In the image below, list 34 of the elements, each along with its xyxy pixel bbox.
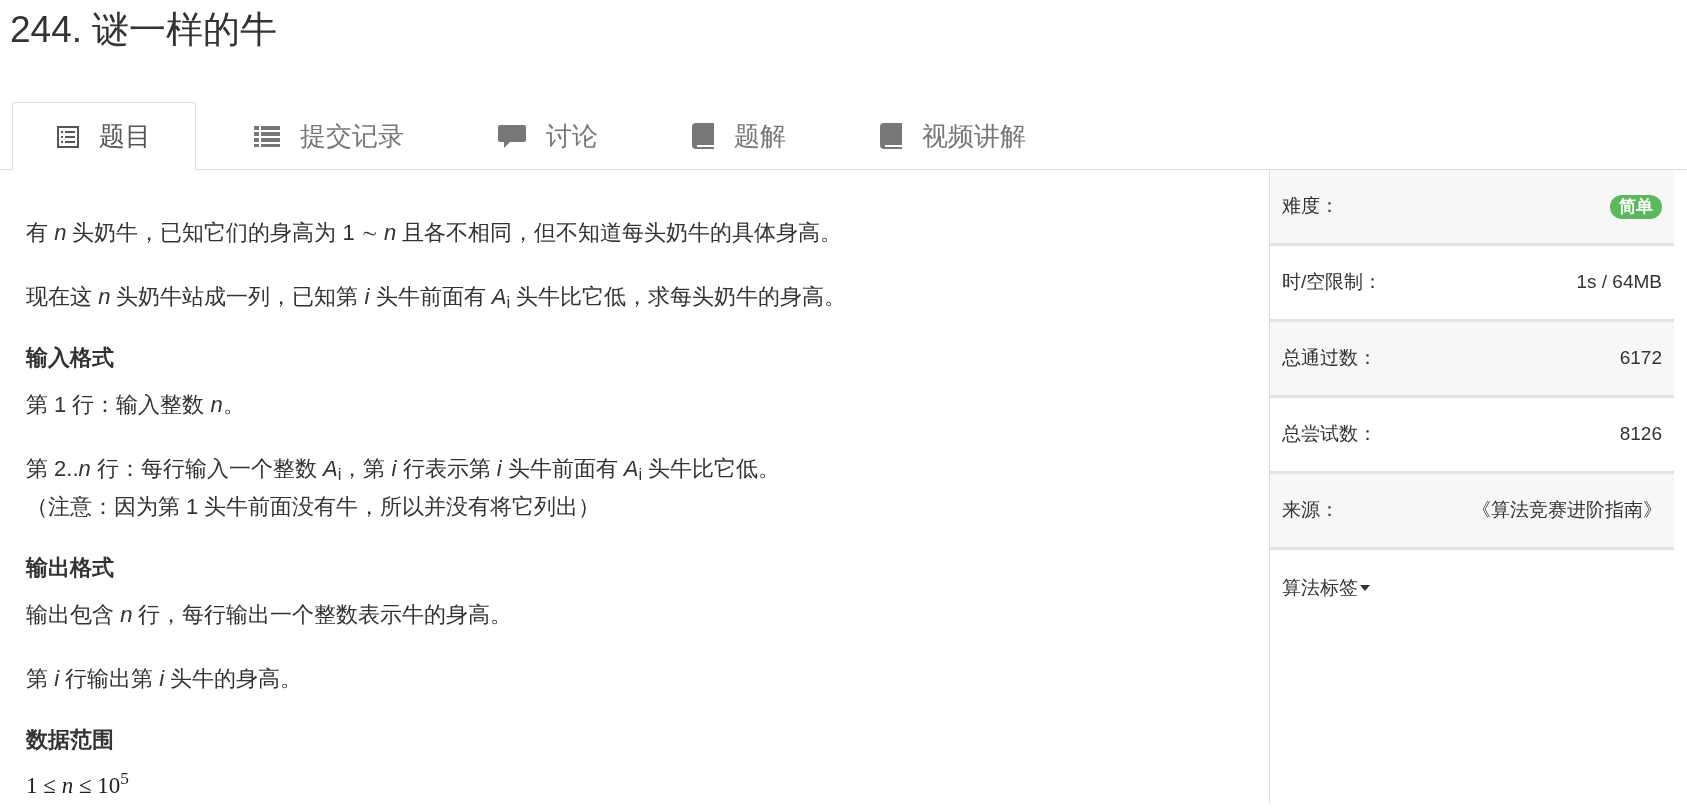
info-label: 总通过数： <box>1282 346 1377 371</box>
book-icon <box>880 123 902 149</box>
page-title: 244. 谜一样的牛 <box>10 8 278 52</box>
info-value: 6172 <box>1619 346 1662 371</box>
difficulty-badge: 简单 <box>1610 194 1662 219</box>
info-label: 来源： <box>1282 498 1339 523</box>
tab[interactable]: 视频讲解 <box>842 102 1064 170</box>
caret-icon <box>1360 585 1370 591</box>
info-label: 总尝试数： <box>1282 422 1377 447</box>
tab[interactable]: 题目 <box>12 102 196 171</box>
paragraph: 输出包含 n 行，每行输出一个整数表示牛的身高。 <box>26 601 514 629</box>
paragraph: （注意：因为第 1 头牛前面没有牛，所以并没有将它列出） <box>26 493 602 521</box>
tags-dropdown[interactable]: 算法标签 <box>1282 573 1370 603</box>
section-heading: 输入格式 <box>26 344 115 372</box>
section-heading: 数据范围 <box>26 726 115 754</box>
tab[interactable]: 讨论 <box>460 102 636 170</box>
comment-icon <box>498 124 526 148</box>
info-value: 《算法竞赛进阶指南》 <box>1472 498 1662 523</box>
paragraph: 第 1 行：输入整数 n。 <box>26 391 246 419</box>
list-icon <box>57 125 79 148</box>
info-value: 8126 <box>1619 422 1662 447</box>
info-value: 1s / 64MB <box>1576 270 1662 295</box>
list-icon <box>254 125 280 147</box>
paragraph: 现在这 n 头奶牛站成一列，已知第 i 头牛前面有 A$_{i}$ 头牛比它低，求每头奶牛的身高。 <box>26 283 848 314</box>
info-label: 难度： <box>1282 194 1339 219</box>
paragraph: 第 2..n 行：每行输入一个整数 A$_{i}$，第 i 行表示第 i 头牛前面有 A$_{i}$ 头牛比它低。 <box>26 455 782 486</box>
tab[interactable]: 提交记录 <box>216 102 442 170</box>
paragraph: 第 i 行输出第 i 头牛的身高。 <box>26 665 304 693</box>
section-heading: 输出格式 <box>26 554 115 582</box>
paragraph: 有 n 头奶牛，已知它们的身高为 1 ∼ n 且各不相同，但不知道每头奶牛的具体身高。 <box>26 219 844 247</box>
info-label: 时/空限制： <box>1282 270 1383 295</box>
book-icon <box>692 123 714 149</box>
math-formula: 1 ≤ n ≤ 10$^{5}$ <box>26 768 130 800</box>
tab[interactable]: 题解 <box>654 102 824 170</box>
